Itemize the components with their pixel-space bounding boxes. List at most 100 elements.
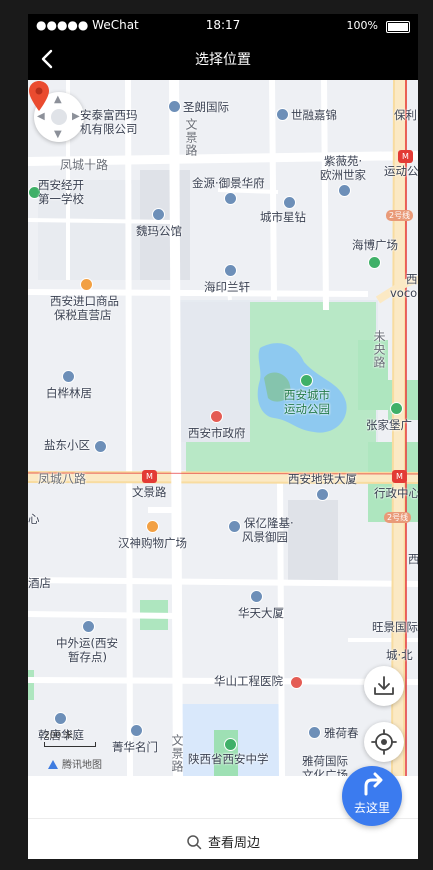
- shop-icon: [80, 278, 93, 291]
- building-icon: [283, 196, 296, 209]
- map-label: 紫薇苑·: [324, 154, 363, 168]
- building-icon: [228, 520, 241, 533]
- locate-button[interactable]: [364, 722, 404, 762]
- turn-right-arrow-icon: [364, 772, 383, 796]
- hospital-icon: [290, 676, 303, 689]
- building-icon: [94, 440, 107, 453]
- map-label: 海博广场: [352, 238, 398, 252]
- building-icon: [316, 488, 329, 501]
- park-icon: [300, 374, 313, 387]
- map-label: 中外运(西安: [56, 636, 118, 650]
- download-icon: [374, 676, 394, 695]
- map-label: 雅荷春: [324, 726, 359, 740]
- map-label: 西安地铁大厦: [288, 472, 357, 486]
- map-label: 安泰富西玛: [80, 108, 138, 122]
- map-label: 圣朗国际: [183, 100, 229, 114]
- map-label: voco: [390, 286, 418, 300]
- page-title: 选择位置: [195, 52, 251, 68]
- view-nearby-button[interactable]: 查看周边: [28, 832, 418, 851]
- road-label: 凤城八路: [38, 472, 87, 486]
- map-label: 白桦林居: [46, 386, 92, 400]
- road-label: 未央路: [372, 330, 386, 369]
- map-label: 保利: [394, 108, 417, 122]
- logo-text: 腾讯地图: [62, 760, 102, 771]
- map-label: 酒店: [28, 576, 51, 590]
- map-label: 暂存点): [68, 650, 107, 664]
- building-icon: [308, 726, 321, 739]
- park-icon: [390, 402, 403, 415]
- map-label: 世融嘉锦: [291, 108, 337, 122]
- building-icon: [62, 370, 75, 383]
- scale-bar: [44, 742, 96, 747]
- navigate-here-button[interactable]: 去这里: [342, 766, 402, 826]
- map-label: 西: [408, 552, 418, 566]
- nav-bar: 选择位置: [28, 38, 418, 80]
- map-label: 运动公: [384, 164, 418, 178]
- metro-line-badge: 2号线: [386, 210, 414, 221]
- map-label: 欧洲世家: [320, 168, 366, 182]
- map-label: 运动公园: [284, 402, 330, 416]
- map-label: 张家堡广: [366, 418, 412, 432]
- pin-icon: [82, 620, 95, 633]
- nearby-label: 查看周边: [207, 836, 260, 851]
- road-label: 凤城十路: [60, 158, 109, 172]
- compass-center-icon: [51, 109, 67, 125]
- map-label: 城·北: [386, 648, 413, 662]
- map-label: 盐东小区: [44, 438, 90, 452]
- building-icon: [276, 108, 289, 121]
- map-label: 陕西省西安中学: [188, 752, 269, 766]
- map-label: 西安城市: [284, 388, 330, 402]
- map-label: 保税直营店: [54, 308, 112, 322]
- map-label: 文景路: [132, 485, 167, 499]
- shop-icon: [146, 520, 159, 533]
- map-label: 金源·御景华府: [192, 176, 265, 190]
- building-icon: [338, 184, 351, 197]
- map-label: 菁华名门: [112, 740, 158, 754]
- metro-icon: M: [398, 150, 413, 163]
- tencent-map-logo-icon: [48, 760, 58, 769]
- map-provider-logo: 腾讯地图: [48, 756, 102, 771]
- building-icon: [224, 264, 237, 277]
- school-icon: [224, 738, 237, 751]
- metro-icon: M: [142, 470, 157, 483]
- government-icon: [210, 410, 223, 423]
- building-icon: [130, 724, 143, 737]
- navigate-label: 去这里: [353, 801, 390, 815]
- map-label: 心: [28, 512, 40, 526]
- map-label: 风景御园: [242, 530, 288, 544]
- map-label: 汉神购物广场: [118, 536, 187, 550]
- map-label: 城市星钻: [260, 210, 306, 224]
- map-label: 第一学校: [38, 192, 84, 206]
- scale-label: 200 米: [44, 731, 74, 741]
- map-label: 西安经开: [38, 178, 84, 192]
- map-label: 海印兰轩: [204, 280, 250, 294]
- building-icon: [224, 192, 237, 205]
- park-icon: [368, 256, 381, 269]
- map-label: 机有限公司: [80, 122, 138, 136]
- building-icon: [168, 100, 181, 113]
- road-label: 文景路: [170, 734, 184, 773]
- metro-line-badge: 2号线: [384, 512, 412, 523]
- map-label: 西安市政府: [188, 426, 246, 440]
- map-label: 旺景国际: [372, 620, 418, 634]
- status-bar: ●●●●● WeChat 18:17 100%: [28, 14, 418, 38]
- map-label: 华天大厦: [238, 606, 284, 620]
- building-icon: [54, 712, 67, 725]
- map-label: 行政中心: [374, 486, 418, 500]
- download-button[interactable]: [364, 666, 404, 706]
- map-label: 魏玛公馆: [136, 224, 182, 238]
- battery-percent: 100%: [346, 19, 378, 32]
- building-icon: [250, 590, 263, 603]
- map-label: 华山工程医院: [214, 674, 283, 688]
- map-label: 西: [406, 272, 418, 286]
- map-label: 西安进口商品: [50, 294, 119, 308]
- metro-icon: M: [392, 470, 407, 483]
- building-icon: [152, 208, 165, 221]
- map-label: 保亿隆基·: [244, 516, 294, 530]
- location-pin-icon: [29, 81, 49, 111]
- locate-icon: [371, 729, 397, 755]
- phone-screen: ●●●●● WeChat 18:17 100% 选择位置 ▲ ▼ ◀ ▶ 圣朗国…: [28, 14, 418, 859]
- road-label: 文景路: [184, 118, 198, 157]
- map-scale: 200 米: [44, 728, 96, 747]
- map-view[interactable]: ▲ ▼ ◀ ▶ 圣朗国际 世融嘉锦 保利 安泰富西玛 机有限公司 文景路 凤城十…: [28, 80, 418, 776]
